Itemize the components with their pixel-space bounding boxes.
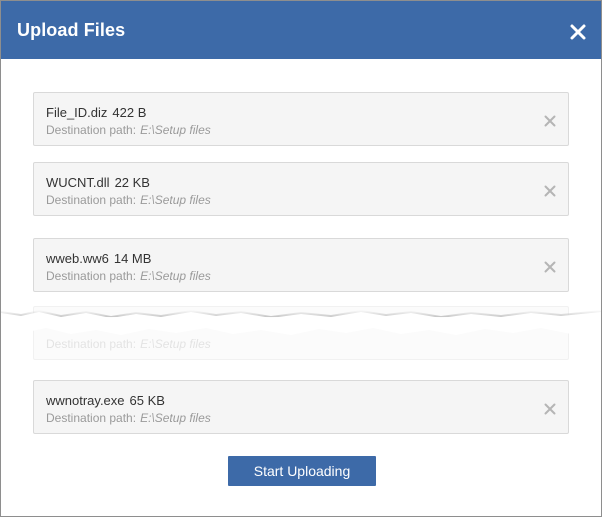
file-row-wucnt-dll: WUCNT.dll 22 KB Destination path: E:\Setup… [33,162,569,216]
file-name: wwnotray.exe [46,393,125,408]
start-uploading-button[interactable]: Start Uploading [228,456,376,486]
remove-file-icon[interactable] [544,185,556,197]
file-size: 422 B [112,105,147,120]
file-name: File_ID.diz [46,105,108,120]
close-icon[interactable] [569,23,587,41]
file-name: WUCNT.dll [46,175,110,190]
destination-path: E:\Setup files [140,269,211,283]
dialog-title: Upload Files [17,20,126,40]
torn-edge-divider [1,301,601,343]
file-name: wweb.ww6 [46,251,109,266]
destination-label: Destination path: [46,193,137,207]
file-size: 14 MB [113,251,152,266]
remove-file-icon[interactable] [544,115,556,127]
destination-label: Destination path: [46,123,137,137]
destination-path: E:\Setup files [140,411,211,425]
upload-files-dialog: Upload Files File_ID.diz 422 B Destinatio… [0,0,602,517]
destination-path: E:\Setup files [140,123,211,137]
file-size: 65 KB [129,393,165,408]
file-row-wweb-ww6: wweb.ww6 14 MB Destination path: E:\Setup … [33,238,569,292]
file-size: 22 KB [114,175,150,190]
file-row-wwnotray-exe: wwnotray.exe 65 KB Destination path: E:\Se… [33,380,569,434]
destination-label: Destination path: [46,411,137,425]
destination-path: E:\Setup files [140,193,211,207]
dialog-header: Upload Files [1,1,601,59]
destination-label: Destination path: [46,269,137,283]
remove-file-icon[interactable] [544,403,556,415]
remove-file-icon[interactable] [544,261,556,273]
file-row-file-id-diz: File_ID.diz 422 B Destination path: E:\Set… [33,92,569,146]
